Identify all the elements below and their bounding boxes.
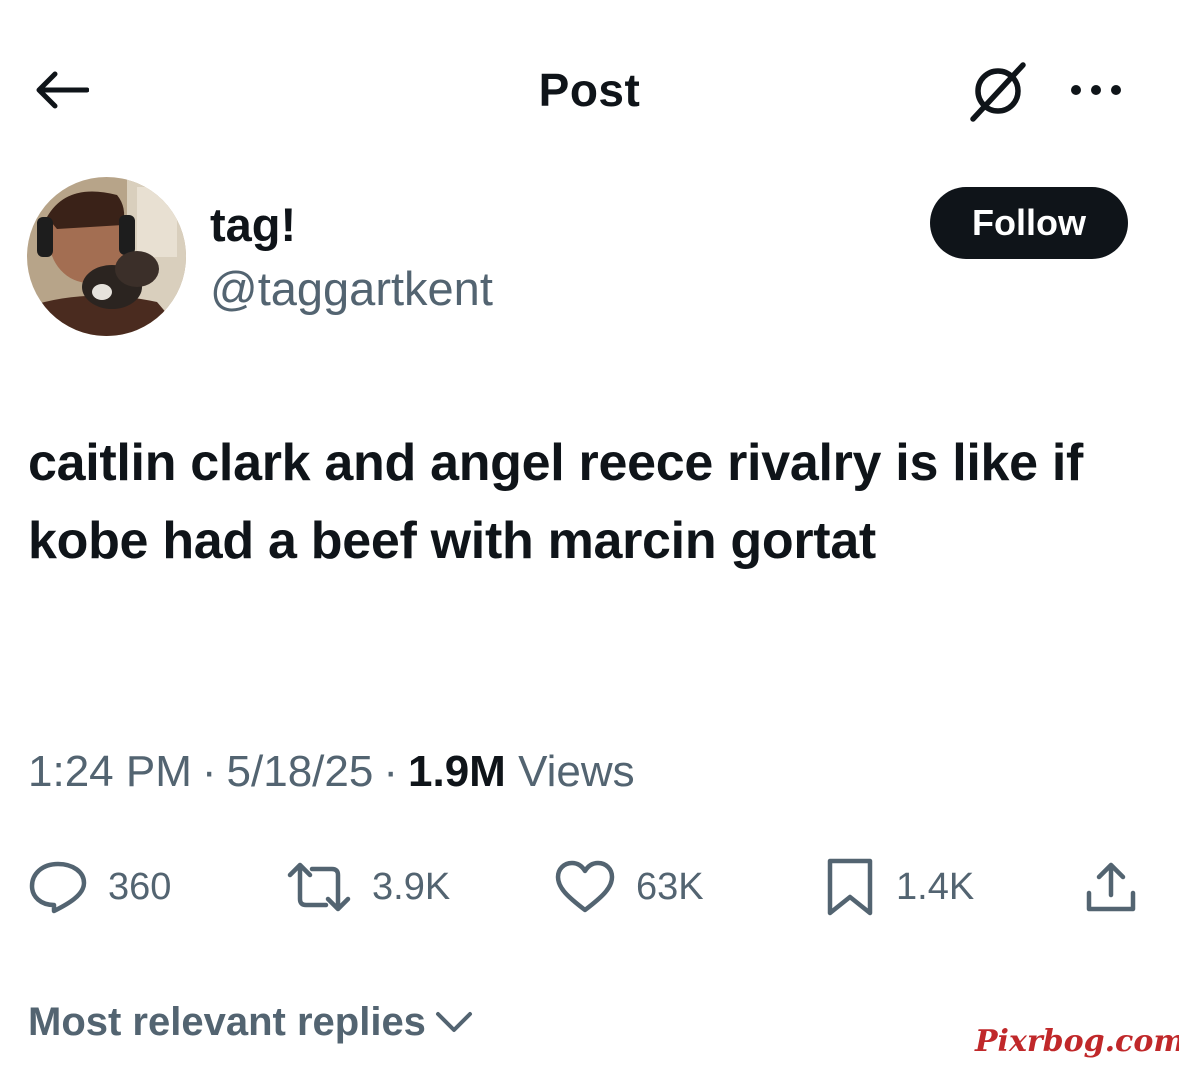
bookmark-icon xyxy=(827,858,873,916)
like-button[interactable]: 63K xyxy=(554,852,704,922)
share-button[interactable] xyxy=(1080,856,1142,918)
views-count[interactable]: 1.9M xyxy=(408,747,506,796)
meta-separator: · xyxy=(383,747,398,796)
bookmark-button[interactable]: 1.4K xyxy=(824,852,974,922)
replies-sort-dropdown[interactable]: Most relevant replies xyxy=(28,994,474,1050)
repost-count: 3.9K xyxy=(372,866,451,908)
repost-icon xyxy=(287,862,351,912)
follow-button[interactable]: Follow xyxy=(930,187,1128,259)
tweet-date[interactable]: 5/18/25 xyxy=(227,747,374,796)
tweet-text: caitlin clark and angel reece rivalry is… xyxy=(28,434,1084,570)
author-handle[interactable]: @taggartkent xyxy=(210,260,493,318)
tweet-time[interactable]: 1:24 PM xyxy=(28,747,192,796)
more-dots-icon xyxy=(1071,85,1121,95)
post-page: Post tag! @taggartkent Follow caitlin cl… xyxy=(0,0,1179,1074)
grok-button[interactable] xyxy=(962,56,1034,128)
chevron-down-icon xyxy=(434,1008,474,1036)
avatar-photo xyxy=(27,177,186,336)
reply-icon xyxy=(29,861,87,914)
bookmark-count: 1.4K xyxy=(896,866,975,908)
watermark: Pixrbog.com xyxy=(975,1024,1179,1059)
author-display-name[interactable]: tag! xyxy=(210,196,296,254)
views-label[interactable]: Views xyxy=(518,747,635,796)
more-options-button[interactable] xyxy=(1058,60,1134,120)
meta-separator: · xyxy=(201,747,217,796)
repost-button[interactable]: 3.9K xyxy=(286,852,450,922)
replies-sort-label: Most relevant replies xyxy=(28,1000,426,1044)
share-icon xyxy=(1086,862,1136,912)
like-count: 63K xyxy=(636,866,704,908)
reply-count: 360 xyxy=(108,866,172,908)
reply-button[interactable]: 360 xyxy=(28,852,171,922)
tweet-meta: 1:24 PM · 5/18/25 · 1.9M Views xyxy=(28,742,635,802)
avatar[interactable] xyxy=(27,177,186,336)
heart-icon xyxy=(555,860,615,913)
grok-icon xyxy=(970,62,1026,122)
